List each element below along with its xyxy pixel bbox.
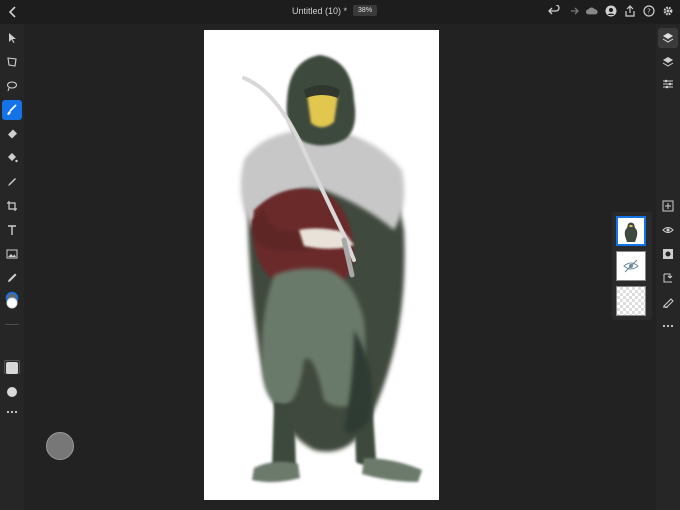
clear-layer-icon[interactable] bbox=[658, 292, 678, 312]
document-title[interactable]: Untitled (10) * bbox=[292, 6, 347, 16]
lasso-tool-icon[interactable] bbox=[2, 76, 22, 96]
layer-thumbnail-hidden[interactable] bbox=[616, 251, 646, 281]
brush-settings-icon[interactable] bbox=[2, 358, 22, 378]
eyedropper-tool-icon[interactable] bbox=[2, 268, 22, 288]
adjustments-icon[interactable] bbox=[658, 74, 678, 94]
healing-tool-icon[interactable] bbox=[2, 172, 22, 192]
text-tool-icon[interactable] bbox=[2, 220, 22, 240]
layers-stack bbox=[612, 212, 652, 320]
svg-text:?: ? bbox=[647, 8, 651, 16]
zoom-level[interactable]: 38% bbox=[353, 5, 378, 16]
layer-properties-icon[interactable] bbox=[658, 52, 678, 72]
share-icon[interactable] bbox=[624, 4, 636, 18]
left-toolbar: 80 bbox=[0, 24, 24, 510]
help-icon[interactable]: ? bbox=[643, 4, 655, 18]
fill-tool-icon[interactable] bbox=[2, 148, 22, 168]
touch-shortcut-button[interactable] bbox=[46, 432, 74, 460]
layers-icon[interactable] bbox=[658, 28, 678, 48]
toolbar-divider bbox=[5, 324, 19, 325]
canvas-area[interactable] bbox=[24, 24, 656, 510]
brush-tool-icon[interactable] bbox=[2, 100, 22, 120]
invite-user-icon[interactable] bbox=[605, 4, 617, 18]
cloud-icon[interactable] bbox=[586, 4, 598, 18]
brush-hardness-icon[interactable] bbox=[2, 382, 22, 402]
transform-tool-icon[interactable] bbox=[2, 52, 22, 72]
move-tool-icon[interactable] bbox=[2, 28, 22, 48]
merge-layer-icon[interactable] bbox=[658, 268, 678, 288]
settings-gear-icon[interactable] bbox=[662, 4, 674, 18]
layer-thumbnail-empty[interactable] bbox=[616, 286, 646, 316]
image-tool-icon[interactable] bbox=[2, 244, 22, 264]
more-tools-icon[interactable] bbox=[2, 402, 22, 422]
redo-icon[interactable] bbox=[567, 4, 579, 18]
color-swatch-icon[interactable] bbox=[2, 290, 22, 310]
more-layer-options-icon[interactable] bbox=[658, 316, 678, 336]
document-canvas[interactable] bbox=[204, 30, 439, 500]
right-panel-bar bbox=[656, 24, 680, 510]
mask-icon[interactable] bbox=[658, 244, 678, 264]
add-layer-icon[interactable] bbox=[658, 196, 678, 216]
top-bar: Untitled (10) * 38% ? bbox=[0, 0, 680, 24]
visibility-eye-icon[interactable] bbox=[658, 220, 678, 240]
painting-artwork bbox=[240, 55, 422, 483]
undo-icon[interactable] bbox=[548, 4, 560, 18]
layer-thumbnail-painting[interactable] bbox=[616, 216, 646, 246]
eraser-tool-icon[interactable] bbox=[2, 124, 22, 144]
crop-tool-icon[interactable] bbox=[2, 196, 22, 216]
back-icon[interactable] bbox=[6, 4, 20, 20]
